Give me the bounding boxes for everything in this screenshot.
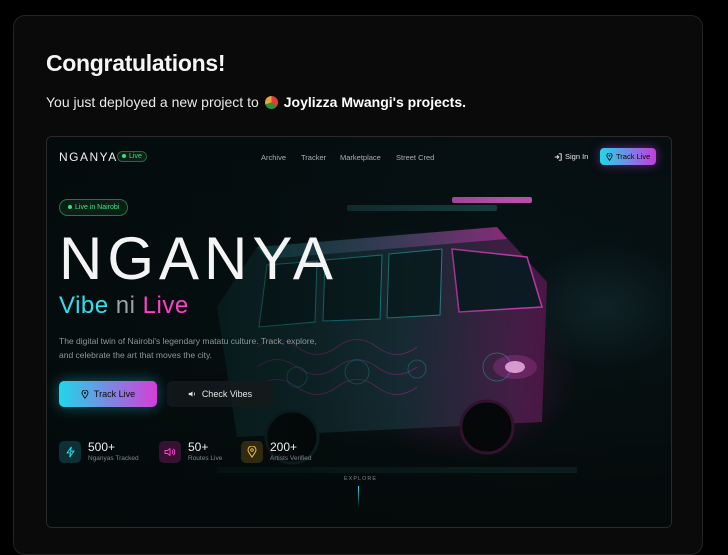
live-badge: Live	[117, 151, 147, 162]
speaker-icon	[188, 391, 195, 397]
site-preview[interactable]: NGANYA Live Archive Tracker Marketplace …	[46, 136, 672, 528]
nav-link-tracker[interactable]: Tracker	[301, 153, 326, 162]
track-live-nav-button[interactable]: Track Live	[600, 148, 657, 165]
location-dot-icon	[68, 205, 72, 210]
sign-in-link[interactable]: Sign In	[554, 152, 588, 161]
check-vibes-label: Check Vibes	[201, 389, 253, 399]
map-pin-icon	[606, 152, 613, 161]
site-logo[interactable]: NGANYA	[59, 150, 118, 164]
stat-nganyas-tracked: 500+ Nganyas Tracked	[59, 440, 139, 463]
live-dot-icon	[122, 154, 126, 159]
stat-value: 50+	[188, 440, 209, 454]
track-live-label: Track Live	[93, 389, 136, 399]
track-live-nav-label: Track Live	[616, 152, 651, 161]
speaker-icon	[159, 440, 181, 463]
zap-icon	[59, 440, 81, 463]
stat-value: 500+	[88, 440, 116, 454]
location-pill-label: Live in Nairobi	[75, 204, 120, 211]
map-pin-icon	[81, 389, 89, 399]
stat-artists-verified: 200+ Artists Verified	[241, 440, 312, 463]
live-badge-label: Live	[129, 153, 142, 160]
stat-label: Nganyas Tracked	[88, 455, 139, 462]
hero-tagline: Vibe ni Live	[59, 292, 189, 320]
stat-routes-live: 50+ Routes Live	[159, 440, 222, 463]
team-avatar	[264, 95, 278, 109]
deploy-message: You just deployed a new project to Joyli…	[46, 94, 466, 110]
stat-value: 200+	[270, 440, 298, 454]
nav-link-archive[interactable]: Archive	[261, 153, 286, 162]
nav-link-street-cred[interactable]: Street Cred	[396, 153, 434, 162]
deploy-message-text: You just deployed a new project to	[46, 94, 259, 110]
scroll-indicator	[358, 486, 359, 508]
page-title: Congratulations!	[46, 50, 226, 76]
check-vibes-button[interactable]: Check Vibes	[167, 381, 273, 407]
team-name: Joylizza Mwangi's projects.	[283, 94, 467, 110]
tagline-part-1: Vibe	[59, 292, 109, 319]
tagline-part-3: Live	[142, 292, 189, 319]
map-pin-icon	[241, 440, 263, 463]
hero-title: NGANYA	[59, 225, 338, 292]
sign-in-label: Sign In	[565, 152, 589, 161]
stat-label: Routes Live	[188, 455, 223, 462]
stat-label: Artists Verified	[270, 455, 312, 462]
track-live-button[interactable]: Track Live	[59, 381, 157, 407]
tagline-part-2: ni	[115, 292, 136, 319]
site-navbar: NGANYA Live Archive Tracker Marketplace …	[47, 137, 671, 177]
explore-label[interactable]: EXPLORE	[344, 476, 377, 482]
sign-in-icon	[554, 152, 562, 161]
hero-scrim	[47, 137, 671, 527]
nav-link-marketplace[interactable]: Marketplace	[340, 153, 381, 162]
location-pill: Live in Nairobi	[59, 199, 129, 216]
hero-description: The digital twin of Nairobi's legendary …	[59, 336, 317, 360]
